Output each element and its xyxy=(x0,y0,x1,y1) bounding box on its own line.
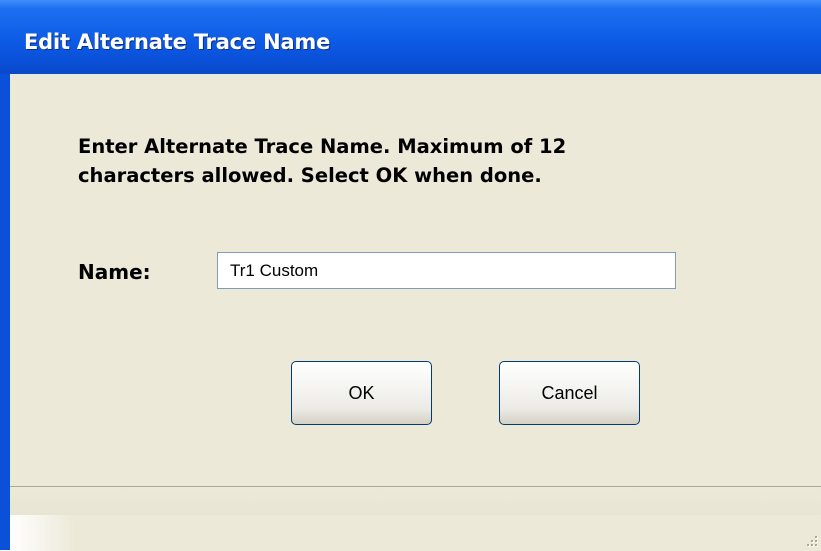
cancel-button[interactable]: Cancel xyxy=(499,361,640,425)
name-label: Name: xyxy=(78,260,151,284)
ok-button[interactable]: OK xyxy=(291,361,432,425)
dialog-body: Enter Alternate Trace Name. Maximum of 1… xyxy=(10,74,821,551)
title-bar[interactable]: Edit Alternate Trace Name xyxy=(0,0,821,74)
instruction-line-2: characters allowed. Select OK when done. xyxy=(78,164,542,187)
window-title: Edit Alternate Trace Name xyxy=(24,30,331,54)
dialog-window: Edit Alternate Trace Name Enter Alternat… xyxy=(0,0,821,551)
instruction-line-1: Enter Alternate Trace Name. Maximum of 1… xyxy=(78,135,567,158)
name-input[interactable] xyxy=(217,252,676,289)
status-bar-panel xyxy=(10,515,821,551)
status-bar xyxy=(10,486,821,551)
resize-grip-icon[interactable] xyxy=(803,532,819,548)
instruction-text: Enter Alternate Trace Name. Maximum of 1… xyxy=(78,132,758,190)
